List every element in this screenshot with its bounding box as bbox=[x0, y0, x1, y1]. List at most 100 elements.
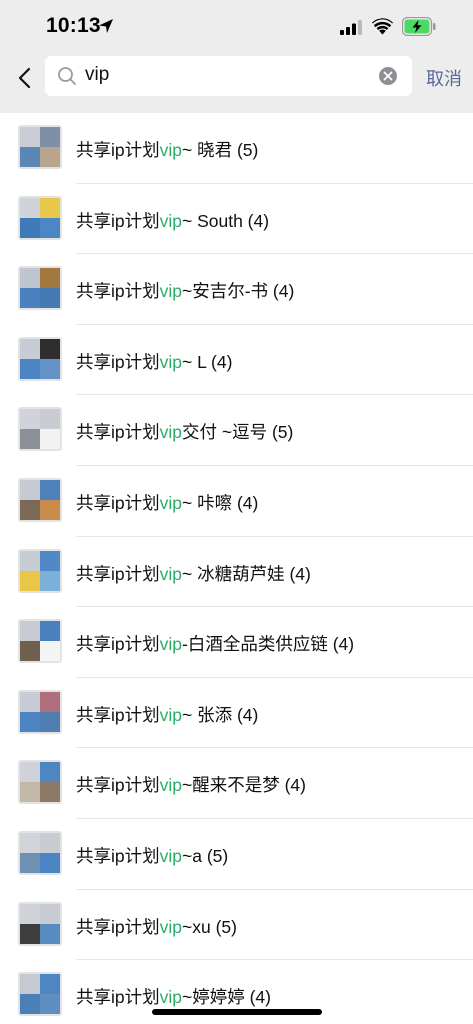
group-name: 共享ip计划vip交付 ~逗号 (5) bbox=[76, 419, 293, 444]
avatar-tile bbox=[20, 852, 40, 873]
avatar-tile bbox=[20, 127, 40, 147]
group-name: 共享ip计划vip~xu (5) bbox=[76, 914, 237, 939]
group-name-suffix: ~ L (4) bbox=[182, 351, 233, 372]
group-name-prefix: 共享ip计划 bbox=[76, 916, 160, 937]
group-avatar bbox=[18, 760, 62, 805]
avatar-tile bbox=[40, 197, 60, 218]
group-name-suffix: 交付 ~逗号 (5) bbox=[182, 422, 294, 443]
search-result-row[interactable]: 共享ip计划vip~醒来不是梦 (4) bbox=[0, 748, 473, 819]
back-chevron-icon[interactable] bbox=[14, 66, 36, 90]
group-name-prefix: 共享ip计划 bbox=[76, 492, 160, 513]
search-result-row[interactable]: 共享ip计划vip~ South (4) bbox=[0, 184, 473, 255]
group-name-suffix: ~ 晓君 (5) bbox=[182, 140, 259, 160]
group-name-prefix: 共享ip计划 bbox=[76, 422, 160, 443]
group-avatar bbox=[18, 901, 62, 946]
group-name: 共享ip计划vip~安吉尔-书 (4) bbox=[76, 278, 294, 303]
avatar-tile bbox=[20, 711, 40, 732]
avatar-tile bbox=[20, 288, 40, 309]
search-result-row[interactable]: 共享ip计划vip~xu (5) bbox=[0, 890, 473, 961]
group-name: 共享ip计划vip~ 张添 (4) bbox=[76, 702, 258, 727]
group-avatar bbox=[18, 619, 62, 664]
search-match-highlight: vip bbox=[159, 987, 182, 1008]
avatar-tile bbox=[20, 762, 40, 783]
group-avatar bbox=[18, 407, 62, 452]
search-result-row[interactable]: 共享ip计划vip~ 晓君 (5) bbox=[0, 113, 473, 184]
avatar-tile bbox=[40, 409, 60, 430]
group-name-suffix: ~安吉尔-书 (4) bbox=[182, 281, 295, 302]
search-result-row[interactable]: 共享ip计划vip~ L (4) bbox=[0, 325, 473, 396]
status-time: 10:13 bbox=[46, 14, 101, 37]
group-name-prefix: 共享ip计划 bbox=[76, 281, 160, 302]
avatar-tile bbox=[20, 479, 40, 500]
avatar-tile bbox=[40, 268, 60, 289]
avatar-tile bbox=[40, 288, 60, 309]
group-name-prefix: 共享ip计划 bbox=[76, 845, 160, 866]
avatar-tile bbox=[40, 147, 60, 167]
group-name-suffix: ~ South (4) bbox=[182, 210, 270, 231]
avatar-tile bbox=[40, 429, 60, 450]
group-name: 共享ip计划vip~醒来不是梦 (4) bbox=[76, 772, 306, 797]
avatar-tile bbox=[20, 621, 40, 642]
group-name: 共享ip计划vip~ 冰糖葫芦娃 (4) bbox=[76, 561, 311, 586]
avatar-tile bbox=[20, 641, 40, 662]
group-avatar bbox=[18, 125, 62, 169]
avatar-tile bbox=[40, 711, 60, 732]
group-name-suffix: -白酒全品类供应链 (4) bbox=[182, 634, 355, 655]
avatar-tile bbox=[20, 832, 40, 853]
group-name: 共享ip计划vip~ L (4) bbox=[76, 349, 232, 374]
home-indicator bbox=[152, 1009, 322, 1015]
group-name-suffix: ~a (5) bbox=[182, 845, 229, 866]
group-name: 共享ip计划vip~ 晓君 (5) bbox=[76, 137, 258, 162]
avatar-tile bbox=[40, 852, 60, 873]
search-match-highlight: vip bbox=[159, 634, 182, 655]
battery-charging-icon bbox=[402, 17, 436, 36]
avatar-tile bbox=[40, 974, 60, 995]
avatar-tile bbox=[40, 479, 60, 500]
group-name-prefix: 共享ip计划 bbox=[76, 775, 160, 796]
avatar-tile bbox=[20, 691, 40, 712]
avatar-tile bbox=[20, 429, 40, 450]
group-name-prefix: 共享ip计划 bbox=[76, 987, 160, 1008]
group-avatar bbox=[18, 972, 62, 1017]
group-avatar bbox=[18, 830, 62, 875]
search-match-highlight: vip bbox=[159, 775, 182, 796]
search-input[interactable]: vip bbox=[45, 56, 412, 96]
search-result-row[interactable]: 共享ip计划vip~安吉尔-书 (4) bbox=[0, 254, 473, 325]
search-result-row[interactable]: 共享ip计划vip交付 ~逗号 (5) bbox=[0, 395, 473, 466]
avatar-tile bbox=[20, 197, 40, 218]
avatar-tile bbox=[20, 358, 40, 379]
group-avatar bbox=[18, 195, 62, 240]
clear-icon[interactable] bbox=[378, 66, 398, 86]
group-name-prefix: 共享ip计划 bbox=[76, 563, 160, 584]
search-result-row[interactable]: 共享ip计划vip-白酒全品类供应链 (4) bbox=[0, 607, 473, 678]
search-query[interactable]: vip bbox=[85, 64, 109, 86]
avatar-tile bbox=[40, 923, 60, 944]
group-name-prefix: 共享ip计划 bbox=[76, 634, 160, 655]
cell-signal-icon bbox=[340, 20, 362, 35]
cancel-button[interactable]: 取消 bbox=[426, 65, 462, 91]
group-name: 共享ip计划vip-白酒全品类供应链 (4) bbox=[76, 631, 354, 656]
search-match-highlight: vip bbox=[159, 422, 182, 443]
search-match-highlight: vip bbox=[159, 845, 182, 866]
group-avatar bbox=[18, 689, 62, 734]
search-result-row[interactable]: 共享ip计划vip~a (5) bbox=[0, 819, 473, 890]
search-result-row[interactable]: 共享ip计划vip~ 咔嚓 (4) bbox=[0, 466, 473, 537]
avatar-tile bbox=[40, 994, 60, 1015]
group-name-suffix: ~ 张添 (4) bbox=[182, 704, 259, 725]
search-match-highlight: vip bbox=[159, 210, 182, 231]
group-avatar bbox=[18, 266, 62, 311]
avatar-tile bbox=[20, 409, 40, 430]
avatar-tile bbox=[40, 570, 60, 591]
avatar-tile bbox=[20, 147, 40, 167]
search-result-row[interactable]: 共享ip计划vip~ 张添 (4) bbox=[0, 678, 473, 749]
avatar-tile bbox=[40, 499, 60, 520]
search-result-row[interactable]: 共享ip计划vip~ 冰糖葫芦娃 (4) bbox=[0, 537, 473, 608]
group-name: 共享ip计划vip~婷婷婷 (4) bbox=[76, 984, 271, 1009]
avatar-tile bbox=[20, 217, 40, 238]
search-results-list: 共享ip计划vip~ 晓君 (5) 共享ip计划vip~ South (4) 共享i… bbox=[0, 113, 473, 1024]
group-name-suffix: ~ 冰糖葫芦娃 (4) bbox=[182, 563, 311, 584]
group-name-suffix: ~xu (5) bbox=[182, 916, 237, 937]
avatar-tile bbox=[20, 268, 40, 289]
search-match-highlight: vip bbox=[159, 492, 182, 513]
avatar-tile bbox=[20, 994, 40, 1015]
